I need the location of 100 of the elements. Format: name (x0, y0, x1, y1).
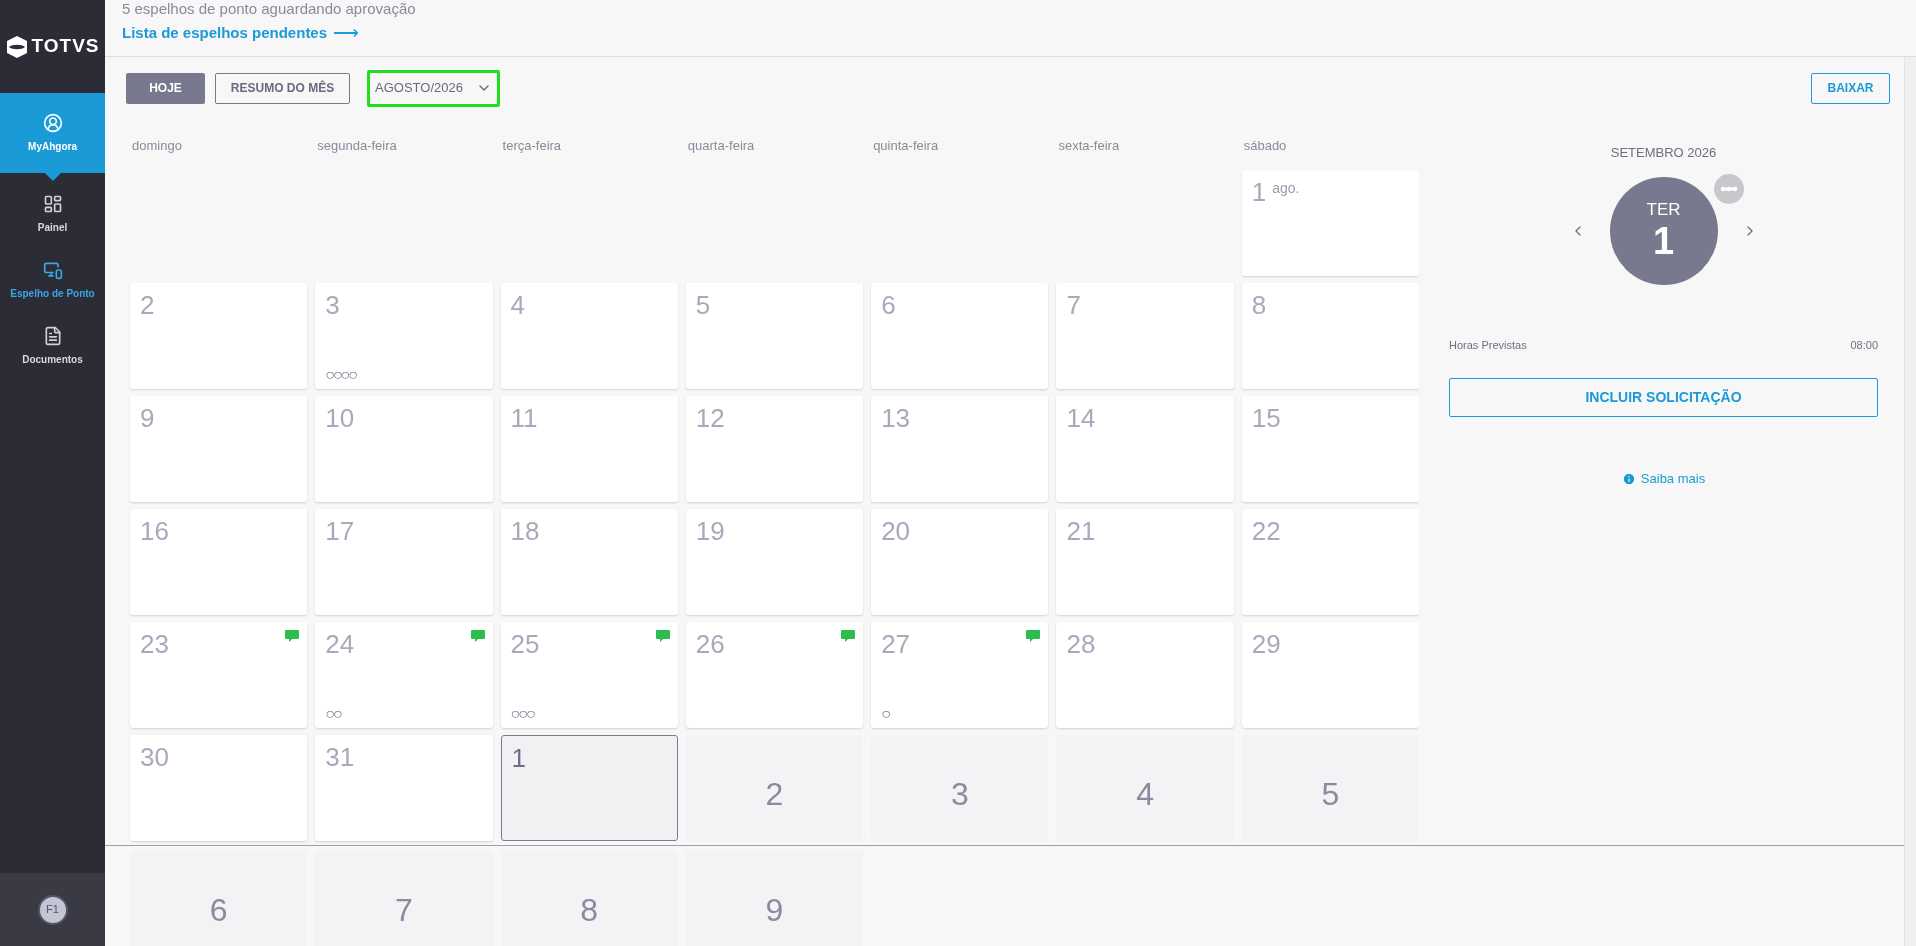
weekday-label: sexta-feira (1057, 136, 1121, 155)
day-number: 1 (1251, 176, 1267, 209)
learn-more-link[interactable]: Saiba mais (1621, 469, 1706, 489)
day-cell[interactable]: 9 (685, 851, 864, 946)
day-cell[interactable]: 8 (1241, 283, 1419, 389)
day-cell[interactable]: 1 ago. (1241, 170, 1419, 276)
day-cell[interactable]: 11 (500, 396, 678, 502)
day-number: 29 (1251, 628, 1281, 661)
day-number: 1 (511, 742, 527, 775)
day-number: 20 (881, 515, 911, 548)
day-number: 27 (881, 628, 911, 661)
day-cell[interactable]: 30 (130, 735, 308, 841)
weekday-label: sábado (1242, 136, 1288, 155)
hours-value: 08:00 (1850, 337, 1878, 353)
day-cell[interactable]: 26 (685, 622, 864, 728)
sidebar-item[interactable]: Espelho de Ponto (0, 247, 105, 313)
day-number: 28 (1066, 628, 1096, 661)
day-number: 13 (881, 402, 911, 435)
connected-dots-icon (1713, 173, 1744, 204)
day-number: 15 (1251, 402, 1281, 435)
day-number: 17 (325, 515, 355, 548)
day-number: 18 (510, 515, 540, 548)
today-button[interactable]: HOJE (126, 72, 205, 104)
day-number: 6 (881, 289, 896, 322)
month-summary-button[interactable]: RESUMO DO MÊS (215, 72, 350, 104)
user-avatar[interactable]: F1 (37, 894, 68, 925)
day-number: 4 (510, 289, 526, 322)
sidebar-item[interactable]: Documentos (0, 313, 105, 379)
day-number: 24 (325, 628, 355, 661)
day-number: 10 (325, 402, 355, 435)
day-number: 3 (325, 289, 340, 322)
day-cell[interactable]: 7 (1056, 283, 1234, 389)
comment-icon (285, 630, 300, 643)
day-cell[interactable]: 18 (500, 509, 678, 615)
logo-text: TOTVS (31, 34, 100, 59)
day-cell[interactable]: 20 (871, 509, 1049, 615)
month-dropdown[interactable]: AGOSTO/2026 (367, 69, 500, 107)
day-cell[interactable]: 14 (1056, 396, 1234, 502)
punch-marks: ○○ (325, 706, 343, 722)
day-cell[interactable]: 9 (130, 396, 308, 502)
day-cell[interactable]: 6 (130, 851, 308, 946)
day-cell[interactable]: 16 (130, 509, 308, 615)
day-cell[interactable]: 13 (871, 396, 1049, 502)
weekday-label: quarta-feira (686, 136, 756, 155)
day-cell[interactable]: 29 (1241, 622, 1419, 728)
download-button[interactable]: BAIXAR (1811, 72, 1890, 104)
day-number: 7 (1066, 289, 1081, 322)
day-cell[interactable]: 5 (685, 283, 864, 389)
scrollbar[interactable] (1904, 57, 1916, 946)
day-cell[interactable]: 4 (500, 283, 678, 389)
pending-list-link[interactable]: Lista de espelhos pendentes ⟶ (122, 20, 360, 47)
day-number: 14 (1066, 402, 1096, 435)
day-cell[interactable]: 8 (500, 851, 678, 946)
comment-icon (841, 630, 856, 643)
day-cell[interactable]: 2 (130, 283, 308, 389)
day-cell[interactable]: 7 (315, 851, 493, 946)
day-cell[interactable]: 12 (685, 396, 864, 502)
day-number: 8 (1251, 289, 1267, 322)
day-cell[interactable]: 25 ○○○ (500, 622, 678, 728)
comment-icon (655, 630, 670, 643)
punch-marks: ○ (881, 706, 891, 722)
logo-icon (5, 34, 28, 59)
day-cell[interactable]: 3 ○○○○ (315, 283, 493, 389)
day-cell[interactable]: 22 (1241, 509, 1419, 615)
punch-marks: ○○○○ (325, 367, 358, 383)
sidebar-item[interactable]: Painel (0, 181, 105, 247)
day-number: 26 (695, 628, 725, 661)
day-number: 2 (140, 289, 155, 322)
day-cell[interactable]: 15 (1241, 396, 1419, 502)
comment-icon (470, 630, 485, 643)
punch-marks: ○○○ (510, 706, 536, 722)
weekday-label: terça-feira (501, 136, 563, 155)
day-cell[interactable]: 31 (315, 735, 493, 841)
day-cell[interactable]: 19 (685, 509, 864, 615)
day-cell[interactable]: 5 (1241, 735, 1419, 841)
day-cell[interactable]: 27 ○ (871, 622, 1049, 728)
day-cell[interactable]: 10 (315, 396, 493, 502)
day-cell[interactable]: 3 (871, 735, 1049, 841)
pending-notice: 5 espelhos de ponto aguardando aprovação (122, 0, 416, 18)
day-cell[interactable]: 2 (685, 735, 864, 841)
day-number: 16 (140, 515, 169, 548)
day-cell[interactable]: 28 (1056, 622, 1234, 728)
day-cell[interactable]: 6 (871, 283, 1049, 389)
day-cell[interactable]: 4 (1056, 735, 1234, 841)
weekday-label: quinta-feira (872, 136, 940, 155)
day-cell[interactable]: 21 (1056, 509, 1234, 615)
day-number: 11 (510, 402, 538, 435)
day-number: 12 (695, 402, 725, 435)
day-number: 19 (695, 515, 725, 548)
day-cell[interactable]: 24 ○○ (315, 622, 493, 728)
day-number: 22 (1251, 515, 1281, 548)
info-icon (1621, 471, 1636, 486)
weekday-label: segunda-feira (316, 136, 398, 155)
day-number: 9 (140, 402, 155, 435)
day-number: 30 (140, 741, 169, 774)
active-pointer-icon (44, 173, 61, 181)
day-cell[interactable]: 17 (315, 509, 493, 615)
add-request-button[interactable]: INCLUIR SOLICITAÇÃO (1449, 378, 1878, 417)
day-cell[interactable]: 1 (500, 735, 678, 841)
day-cell[interactable]: 23 (130, 622, 308, 728)
